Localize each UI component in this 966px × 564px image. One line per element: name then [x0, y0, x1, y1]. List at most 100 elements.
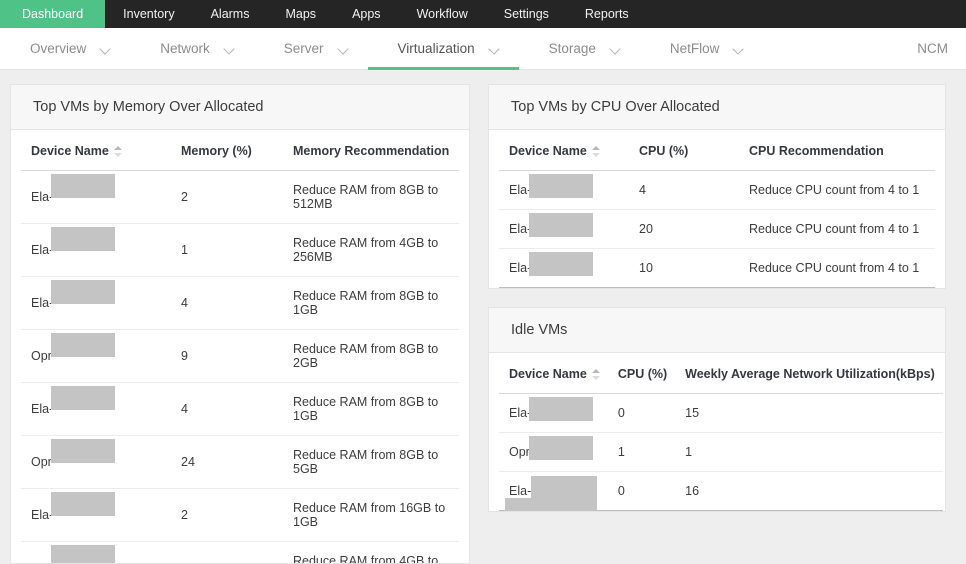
device-name-cell: Opr [499, 433, 608, 472]
panel-body: Device Name CPU (%) Weekly Average Netwo… [489, 353, 945, 511]
nav-label: Alarms [211, 7, 250, 21]
chevron-down-icon[interactable] [338, 43, 350, 55]
column-header-memory-percent[interactable]: Memory (%) [171, 130, 283, 171]
chevron-down-icon[interactable] [733, 43, 745, 55]
cpu-percent-cell: 0 [608, 472, 675, 511]
table-row[interactable]: Ela-10Reduce CPU count from 4 to 1 [499, 249, 935, 288]
subnav-group-network: Network [130, 28, 254, 70]
table-row[interactable]: Opr11 [499, 433, 943, 472]
nav-item-alarms[interactable]: Alarms [193, 0, 268, 28]
memory-percent-cell: 1 [171, 224, 283, 277]
device-name-text: Ela- [509, 261, 531, 275]
cpu-recommendation-cell: Reduce CPU count from 4 to 1 [739, 171, 935, 210]
table-row[interactable]: Opr9Reduce RAM from 8GB to 2GB [21, 330, 459, 383]
memory-recommendation-cell: Reduce RAM from 8GB to 2GB [283, 330, 459, 383]
memory-recommendation-cell: Reduce RAM from 4GB to 256MB [283, 224, 459, 277]
subnav-group-storage: Storage [519, 28, 640, 70]
column-header-device-name[interactable]: Device Name [499, 353, 608, 394]
redaction-block [51, 386, 115, 410]
sort-icon[interactable] [592, 146, 600, 157]
device-name-cell: Opr [21, 330, 171, 383]
column-header-cpu-recommendation[interactable]: CPU Recommendation [739, 130, 935, 171]
device-name-text: Ela- [509, 406, 531, 420]
sort-icon[interactable] [592, 369, 600, 380]
device-name-cell: Ela- [21, 489, 171, 542]
redaction-block [529, 252, 593, 276]
device-name-cell: Ela- [21, 224, 171, 277]
column-header-cpu-percent[interactable]: CPU (%) [629, 130, 739, 171]
subnav-item-virtualization[interactable]: Virtualization [368, 41, 489, 56]
subnav-item-netflow[interactable]: NetFlow [640, 41, 734, 56]
redaction-block [51, 545, 115, 564]
nav-item-inventory[interactable]: Inventory [105, 0, 192, 28]
device-name-cell: Ela- [21, 171, 171, 224]
subnav-group-server: Server [254, 28, 368, 70]
device-name-cell: Ela- [21, 383, 171, 436]
cpu-percent-cell: 0 [608, 394, 675, 433]
nav-label: Dashboard [22, 7, 83, 21]
table-row[interactable]: Ela-2Reduce RAM from 16GB to 1GB [21, 489, 459, 542]
redaction-block [51, 439, 115, 463]
nav-item-settings[interactable]: Settings [486, 0, 567, 28]
cpu-percent-cell: 1 [608, 433, 675, 472]
panel-top-vms-by-memory: Top VMs by Memory Over Allocated Device … [10, 84, 470, 564]
device-name-cell: Ela- [499, 249, 629, 288]
redaction-block [505, 498, 597, 512]
column-label: Device Name [509, 144, 587, 158]
idle-vms-table: Device Name CPU (%) Weekly Average Netwo… [499, 353, 943, 511]
subnav-item-storage[interactable]: Storage [519, 41, 610, 56]
table-row[interactable]: Ela-4Reduce CPU count from 4 to 1 [499, 171, 935, 210]
nav-item-apps[interactable]: Apps [334, 0, 399, 28]
nav-item-reports[interactable]: Reports [567, 0, 647, 28]
redaction-block [531, 476, 597, 498]
table-row[interactable]: Ela-4Reduce RAM from 8GB to 1GB [21, 383, 459, 436]
table-row[interactable]: Ela-4Reduce RAM from 8GB to 1GB [21, 277, 459, 330]
device-name-cell: Ela- [499, 210, 629, 249]
table-row[interactable]: Ela-20Reduce CPU count from 4 to 1 [499, 210, 935, 249]
subnav-group-overview: Overview [0, 28, 130, 70]
memory-percent-cell: 24 [171, 436, 283, 489]
dashboard-content: Top VMs by Memory Over Allocated Device … [0, 70, 966, 564]
chevron-down-icon[interactable] [224, 43, 236, 55]
memory-recommendation-cell: Reduce RAM from 16GB to 1GB [283, 489, 459, 542]
cpu-table: Device Name CPU (%) CPU Recommendation E… [499, 130, 935, 288]
table-header-row: Device Name Memory (%) Memory Recommenda… [21, 130, 459, 171]
device-name-cell: Ela- [499, 472, 608, 511]
subnav-item-server[interactable]: Server [254, 41, 338, 56]
table-row[interactable]: Ela-2Reduce RAM from 8GB to 512MB [21, 171, 459, 224]
device-name-text: Ela- [31, 243, 53, 257]
nav-item-workflow[interactable]: Workflow [399, 0, 486, 28]
table-row[interactable]: Opr24Reduce RAM from 8GB to 5GB [21, 436, 459, 489]
column-header-device-name[interactable]: Device Name [21, 130, 171, 171]
sort-icon[interactable] [114, 146, 122, 157]
chevron-down-icon[interactable] [489, 43, 501, 55]
column-header-device-name[interactable]: Device Name [499, 130, 629, 171]
redaction-block [529, 213, 593, 237]
chevron-down-icon[interactable] [610, 43, 622, 55]
redaction-block [51, 280, 115, 304]
table-row[interactable]: Ela-015 [499, 394, 943, 433]
column-header-network-utilization[interactable]: Weekly Average Network Utilization(kBps) [675, 353, 943, 394]
device-name-cell: 172 [21, 542, 171, 564]
subnav-item-network[interactable]: Network [130, 41, 224, 56]
device-name-cell: Ela- [499, 394, 608, 433]
nav-item-maps[interactable]: Maps [267, 0, 334, 28]
column-header-cpu-percent[interactable]: CPU (%) [608, 353, 675, 394]
subnav-item-ncm[interactable]: NCM [917, 41, 966, 56]
column-header-memory-recommendation[interactable]: Memory Recommendation [283, 130, 459, 171]
table-row[interactable]: Ela- 1Reduce RAM from 4GB to 256MB [21, 224, 459, 277]
memory-percent-cell: 9 [171, 330, 283, 383]
right-column: Top VMs by CPU Over Allocated Device Nam… [488, 84, 946, 564]
chevron-down-icon[interactable] [100, 43, 112, 55]
subnav-item-overview[interactable]: Overview [0, 41, 100, 56]
table-row[interactable]: 17219Reduce RAM from 4GB to 2GB [21, 542, 459, 564]
memory-recommendation-cell: Reduce RAM from 8GB to 1GB [283, 277, 459, 330]
table-row[interactable]: Ela-016 [499, 472, 943, 511]
memory-percent-cell: 19 [171, 542, 283, 564]
nav-label: Workflow [417, 7, 468, 21]
cpu-recommendation-cell: Reduce CPU count from 4 to 1 [739, 210, 935, 249]
nav-label: Inventory [123, 7, 174, 21]
nav-item-dashboard[interactable]: Dashboard [0, 0, 105, 28]
device-name-text: Ela- [509, 183, 531, 197]
redaction-block [529, 436, 593, 460]
